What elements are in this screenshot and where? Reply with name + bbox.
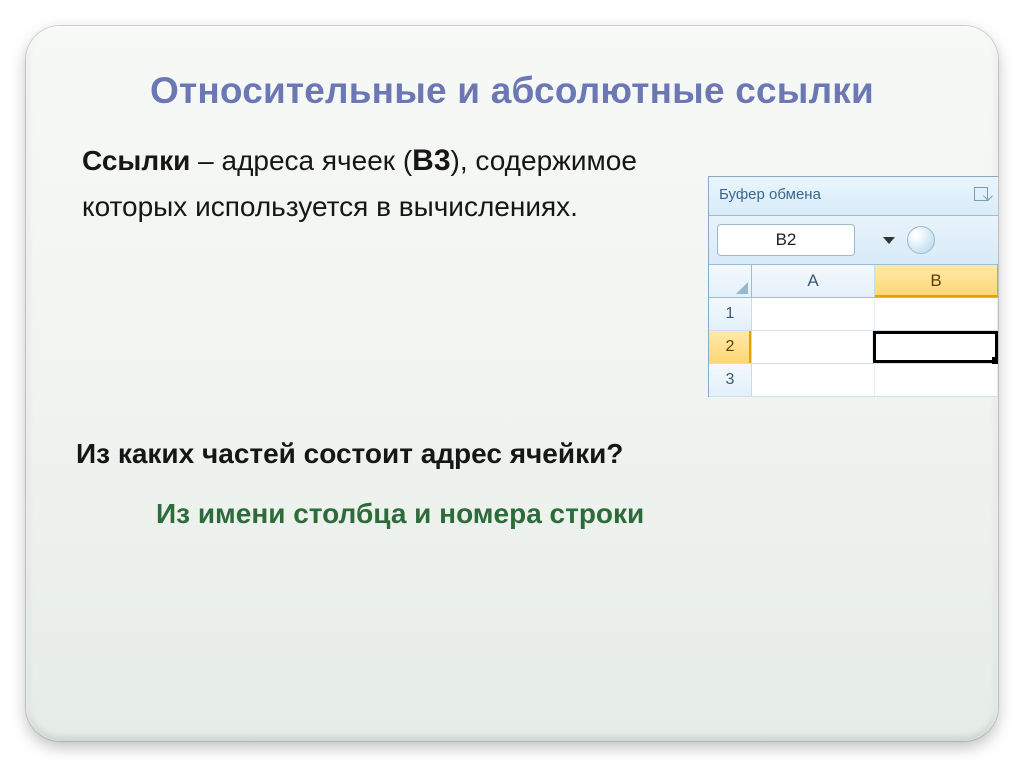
row-header-1[interactable]: 1: [709, 298, 752, 330]
clipboard-label: Буфер обмена: [719, 186, 974, 203]
name-box[interactable]: B2: [717, 224, 855, 256]
cell-a1[interactable]: [752, 298, 875, 330]
name-box-row: B2: [709, 216, 998, 265]
cell-a2[interactable]: [752, 331, 873, 363]
slide-stage: Относительные и абсолютные ссылки Ссылки…: [0, 0, 1024, 767]
row-header-3[interactable]: 3: [709, 364, 752, 396]
cell-b1[interactable]: [875, 298, 998, 330]
excel-snippet: Буфер обмена B2 A B 1 2: [708, 176, 998, 397]
column-header-b[interactable]: B: [875, 265, 998, 297]
clipboard-group: Буфер обмена: [709, 177, 998, 216]
cell-b2-active[interactable]: [873, 331, 999, 363]
grid-row-2: 2: [709, 331, 998, 364]
question-text: Из каких частей состоит адрес ячейки?: [76, 438, 948, 470]
cell-b3[interactable]: [875, 364, 998, 396]
fx-icon[interactable]: [907, 226, 935, 254]
dialog-launcher-icon[interactable]: [974, 187, 988, 201]
select-all-corner[interactable]: [709, 265, 752, 297]
answer-text: Из имени столбца и номера строки: [156, 498, 948, 530]
grid-row-1: 1: [709, 298, 998, 331]
grid-row-3: 3: [709, 364, 998, 397]
cell-a3[interactable]: [752, 364, 875, 396]
definition-text-1: – адреса ячеек (: [190, 145, 412, 176]
definition-lead: Ссылки: [82, 145, 190, 176]
definition-paragraph: Ссылки – адреса ячеек (В3), содержимое к…: [82, 138, 722, 228]
column-header-a[interactable]: A: [752, 265, 875, 297]
name-box-dropdown-icon[interactable]: [883, 237, 895, 244]
row-header-2[interactable]: 2: [709, 331, 752, 363]
slide-card: Относительные и абсолютные ссылки Ссылки…: [26, 26, 998, 741]
definition-cellref: В3: [412, 144, 450, 177]
column-headers: A B: [709, 265, 998, 298]
slide-title: Относительные и абсолютные ссылки: [76, 70, 948, 112]
